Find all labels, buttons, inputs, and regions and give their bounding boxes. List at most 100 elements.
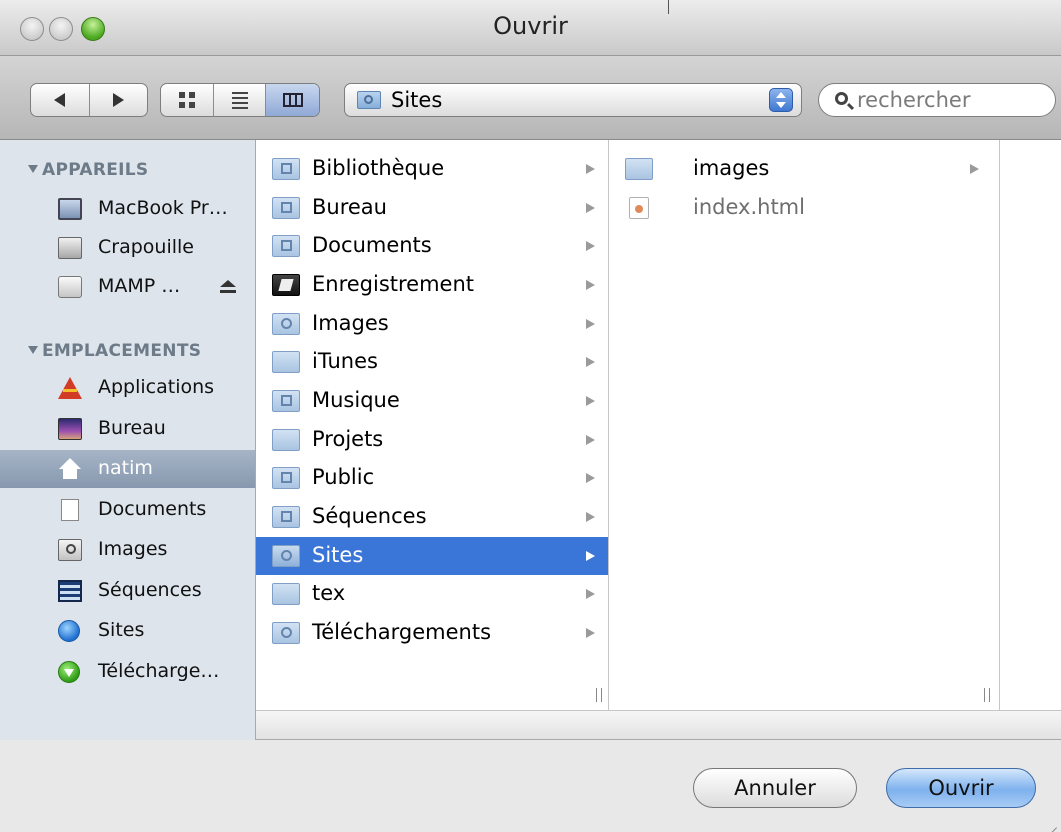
- sidebar-item-label: Télécharge…: [98, 660, 220, 682]
- sidebar-item-desktop[interactable]: Bureau: [0, 410, 255, 448]
- chevron-right-icon: [586, 241, 595, 251]
- forward-button[interactable]: [88, 84, 148, 116]
- disclosure-triangle-icon: [28, 165, 38, 173]
- downloads-folder-icon: [272, 622, 300, 644]
- sidebar-item-label: Documents: [98, 498, 207, 520]
- list-item[interactable]: Sites: [256, 537, 608, 575]
- library-folder-icon: [272, 158, 300, 180]
- sidebar-item-label: Séquences: [98, 579, 202, 601]
- window-resize-grip[interactable]: [1045, 816, 1057, 828]
- back-arrow-icon: [54, 93, 66, 107]
- list-item[interactable]: iTunes: [256, 343, 608, 381]
- eject-icon[interactable]: [220, 280, 236, 294]
- title-bar[interactable]: Ouvrir: [0, 0, 1061, 56]
- sidebar-section-places[interactable]: EMPLACEMENTS: [28, 341, 201, 361]
- chevron-right-icon: [586, 628, 595, 638]
- list-item[interactable]: Public: [256, 459, 608, 497]
- forward-arrow-icon[interactable]: [112, 93, 124, 107]
- list-item[interactable]: Images: [256, 305, 608, 343]
- list-item[interactable]: Enregistrement: [256, 266, 608, 304]
- icon-view-icon: [178, 92, 195, 108]
- sidebar-item-macbook[interactable]: MacBook Pr…: [0, 190, 255, 228]
- recording-app-icon: [272, 274, 300, 296]
- list-item[interactable]: Téléchargements: [256, 614, 608, 652]
- documents-icon: [61, 499, 79, 521]
- chevron-right-icon: [586, 319, 595, 329]
- chevron-right-icon: [586, 512, 595, 522]
- sites-folder-icon: [272, 545, 300, 567]
- globe-icon: [58, 620, 80, 642]
- sidebar-item-applications[interactable]: Applications: [0, 369, 255, 407]
- column-view-button[interactable]: [265, 84, 319, 116]
- list-item-label: Séquences: [312, 504, 427, 528]
- list-item[interactable]: Projets: [256, 421, 608, 459]
- location-label: Sites: [391, 88, 443, 112]
- chevron-right-icon: [586, 589, 595, 599]
- sidebar-item-mamp[interactable]: MAMP …: [0, 268, 255, 306]
- folder-icon: [272, 351, 300, 373]
- list-item-label: index.html: [693, 195, 805, 219]
- window-title: Ouvrir: [493, 12, 568, 40]
- list-view-button[interactable]: [212, 84, 266, 116]
- search-field[interactable]: rechercher: [818, 83, 1056, 117]
- cancel-button[interactable]: Annuler: [693, 768, 857, 808]
- sidebar-item-pictures[interactable]: Images: [0, 531, 255, 569]
- sidebar-item-label: MacBook Pr…: [98, 197, 228, 219]
- chevron-right-icon: [586, 473, 595, 483]
- sidebar: APPAREILS MacBook Pr… Crapouille MAMP … …: [0, 140, 256, 740]
- laptop-icon: [58, 198, 82, 220]
- list-item[interactable]: images: [609, 150, 999, 188]
- horizontal-scrollbar[interactable]: [256, 710, 1061, 740]
- hard-drive-icon: [58, 237, 82, 259]
- pictures-icon: [58, 539, 82, 561]
- sidebar-item-label: Bureau: [98, 417, 166, 439]
- sidebar-item-label: Images: [98, 538, 168, 560]
- chevron-right-icon: [586, 435, 595, 445]
- sidebar-item-crapouille[interactable]: Crapouille: [0, 229, 255, 267]
- list-item-label: images: [693, 156, 770, 180]
- sidebar-item-documents[interactable]: Documents: [0, 491, 255, 529]
- icon-view-button[interactable]: [161, 84, 213, 116]
- list-item[interactable]: Bibliothèque: [256, 150, 608, 188]
- sidebar-section-devices[interactable]: APPAREILS: [28, 160, 148, 180]
- list-item-label: Projets: [312, 427, 384, 451]
- list-item[interactable]: Bureau: [256, 189, 608, 227]
- location-popup[interactable]: Sites: [344, 83, 802, 117]
- sidebar-item-home[interactable]: natim: [0, 450, 255, 488]
- back-button[interactable]: [31, 84, 89, 116]
- list-item[interactable]: tex: [256, 575, 608, 613]
- dialog-footer: Annuler Ouvrir: [0, 740, 1061, 832]
- list-item[interactable]: Documents: [256, 227, 608, 265]
- chevron-right-icon: [970, 164, 979, 174]
- folder-icon: [272, 429, 300, 451]
- column-view-icon: [282, 93, 303, 107]
- back-forward-control: [30, 83, 148, 117]
- column-resize-handle[interactable]: [596, 688, 602, 702]
- list-item-label: Bureau: [312, 195, 387, 219]
- browser-column-2[interactable]: images index.html: [609, 140, 1000, 710]
- column-resize-handle[interactable]: [984, 688, 990, 702]
- sidebar-item-downloads[interactable]: Télécharge…: [0, 653, 255, 691]
- list-item[interactable]: Musique: [256, 382, 608, 420]
- sidebar-item-sites[interactable]: Sites: [0, 612, 255, 650]
- chevron-right-icon: [586, 551, 595, 561]
- sidebar-item-label: Applications: [98, 376, 215, 398]
- documents-folder-icon: [272, 235, 300, 257]
- browser-column-1[interactable]: Bibliothèque Bureau Documents Enregistre…: [256, 140, 609, 710]
- sidebar-item-movies[interactable]: Séquences: [0, 572, 255, 610]
- browser-column-3[interactable]: [1000, 140, 1061, 710]
- pictures-folder-icon: [272, 313, 300, 335]
- list-item[interactable]: Séquences: [256, 498, 608, 536]
- sites-folder-icon: [357, 91, 381, 109]
- music-folder-icon: [272, 390, 300, 412]
- list-item-label: Documents: [312, 233, 432, 257]
- chevron-right-icon: [586, 164, 595, 174]
- list-item-label: Sites: [312, 543, 364, 567]
- open-button[interactable]: Ouvrir: [886, 768, 1036, 808]
- list-item[interactable]: index.html: [609, 189, 999, 227]
- chevron-right-icon: [586, 280, 595, 290]
- list-item-label: tex: [312, 581, 346, 605]
- disclosure-triangle-icon: [28, 346, 38, 354]
- list-item-label: Enregistrement: [312, 272, 475, 296]
- home-icon: [58, 458, 82, 480]
